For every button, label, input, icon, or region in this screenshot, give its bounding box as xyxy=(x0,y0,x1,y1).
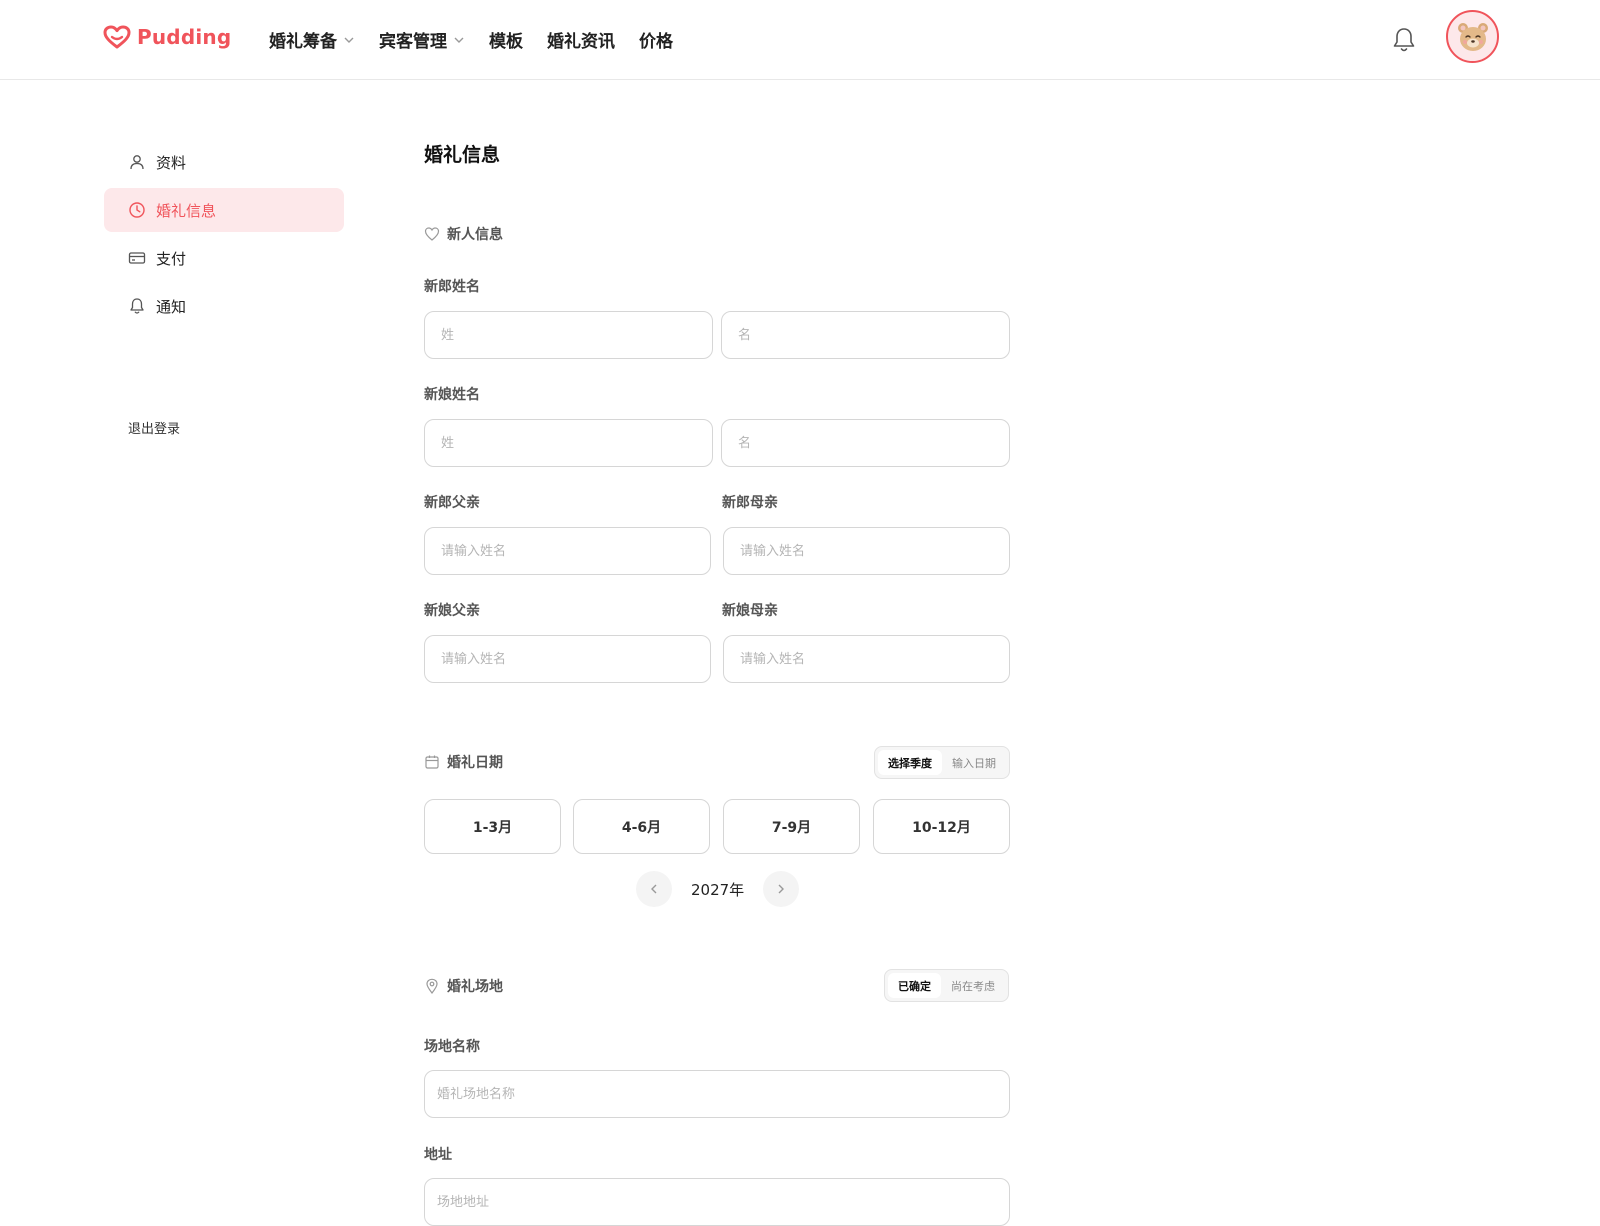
sidebar-item-label: 支付 xyxy=(156,249,187,268)
sidebar-item-payment[interactable]: 支付 xyxy=(104,236,344,280)
nav-item-label: 宾客管理 xyxy=(379,32,447,52)
chevron-down-icon xyxy=(344,37,354,43)
section-couple-title: 新人信息 xyxy=(447,227,503,243)
sidebar-item-notifications[interactable]: 通知 xyxy=(104,284,344,328)
bride-last-name-input[interactable] xyxy=(424,419,713,467)
location-pin-icon xyxy=(426,978,438,994)
sidebar-item-wedding-info[interactable]: 婚礼信息 xyxy=(104,188,344,232)
nav-item-label: 婚礼筹备 xyxy=(269,32,337,52)
sidebar-item-label: 通知 xyxy=(156,297,187,316)
venue-name-label: 场地名称 xyxy=(424,1039,480,1055)
groom-name-label: 新郎姓名 xyxy=(424,279,480,295)
venue-name-input[interactable] xyxy=(424,1070,1010,1118)
bear-avatar-icon xyxy=(1457,22,1488,51)
section-venue-heading: 婚礼场地 xyxy=(424,976,503,996)
heart-logo-icon xyxy=(103,25,131,49)
bride-name-label: 新娘姓名 xyxy=(424,387,480,403)
nav-item-templates[interactable]: 模板 xyxy=(489,27,523,52)
groom-father-label: 新郎父亲 xyxy=(424,495,480,511)
sidebar-item-profile[interactable]: 资料 xyxy=(104,140,344,184)
toggle-enter-date[interactable]: 输入日期 xyxy=(942,750,1006,775)
chevron-left-icon xyxy=(651,884,657,894)
sidebar: 资料 婚礼信息 支付 通知 xyxy=(104,140,344,332)
nav-item-label: 模板 xyxy=(489,32,523,52)
chevron-down-icon xyxy=(454,37,464,43)
notification-bell-icon[interactable] xyxy=(1391,26,1417,54)
groom-father-input[interactable] xyxy=(424,527,711,575)
nav-item-wedding-planning[interactable]: 婚礼筹备 xyxy=(269,27,355,52)
calendar-icon xyxy=(425,755,439,769)
nav-item-label: 价格 xyxy=(639,32,673,52)
section-date-heading: 婚礼日期 xyxy=(424,752,503,772)
user-avatar[interactable] xyxy=(1446,10,1499,63)
card-icon xyxy=(128,252,146,264)
main-nav: 婚礼筹备 宾客管理 模板 婚礼资讯 价格 xyxy=(269,27,697,52)
nav-item-wedding-news[interactable]: 婚礼资讯 xyxy=(547,27,615,52)
section-venue-title: 婚礼场地 xyxy=(447,979,503,995)
page-title: 婚礼信息 xyxy=(424,144,501,166)
chevron-right-icon xyxy=(778,884,785,894)
bride-father-label: 新娘父亲 xyxy=(424,603,480,619)
current-year: 2027年 xyxy=(691,880,745,899)
toggle-select-quarter[interactable]: 选择季度 xyxy=(878,750,942,775)
clock-icon xyxy=(129,202,145,218)
groom-mother-label: 新郎母亲 xyxy=(722,495,778,511)
bell-icon xyxy=(130,298,144,314)
sidebar-item-label: 婚礼信息 xyxy=(156,201,217,220)
quarter-button-q2[interactable]: 4-6月 xyxy=(573,799,710,854)
nav-item-guest-management[interactable]: 宾客管理 xyxy=(379,27,465,52)
prev-year-button[interactable] xyxy=(636,871,672,907)
nav-item-pricing[interactable]: 价格 xyxy=(639,27,673,52)
address-input[interactable] xyxy=(424,1178,1010,1226)
nav-item-label: 婚礼资讯 xyxy=(547,32,615,52)
section-date-title: 婚礼日期 xyxy=(447,755,503,771)
bride-father-input[interactable] xyxy=(424,635,711,683)
brand-logo[interactable]: Pudding xyxy=(103,25,231,49)
logout-link[interactable]: 退出登录 xyxy=(128,418,180,437)
quarter-button-q4[interactable]: 10-12月 xyxy=(873,799,1010,854)
groom-last-name-input[interactable] xyxy=(424,311,713,359)
address-label: 地址 xyxy=(424,1147,452,1163)
next-year-button[interactable] xyxy=(763,871,800,907)
groom-mother-input[interactable] xyxy=(723,527,1010,575)
top-header: Pudding 婚礼筹备 宾客管理 模板 婚礼资讯 价格 xyxy=(0,0,1600,80)
bride-first-name-input[interactable] xyxy=(721,419,1010,467)
user-icon xyxy=(130,155,144,170)
date-mode-toggle: 选择季度 输入日期 xyxy=(874,746,1010,779)
sidebar-item-label: 资料 xyxy=(156,153,187,172)
quarter-button-q1[interactable]: 1-3月 xyxy=(424,799,561,854)
brand-name: Pudding xyxy=(137,25,232,49)
bride-mother-label: 新娘母亲 xyxy=(722,603,778,619)
quarter-button-q3[interactable]: 7-9月 xyxy=(723,799,860,854)
heart-icon xyxy=(424,227,440,241)
bride-mother-input[interactable] xyxy=(723,635,1010,683)
toggle-venue-confirmed[interactable]: 已确定 xyxy=(888,973,941,998)
section-couple-heading: 新人信息 xyxy=(424,224,503,244)
venue-status-toggle: 已确定 尚在考虑 xyxy=(884,969,1009,1002)
toggle-venue-considering[interactable]: 尚在考虑 xyxy=(941,973,1005,998)
groom-first-name-input[interactable] xyxy=(721,311,1010,359)
year-navigator: 2027年 xyxy=(636,871,800,907)
